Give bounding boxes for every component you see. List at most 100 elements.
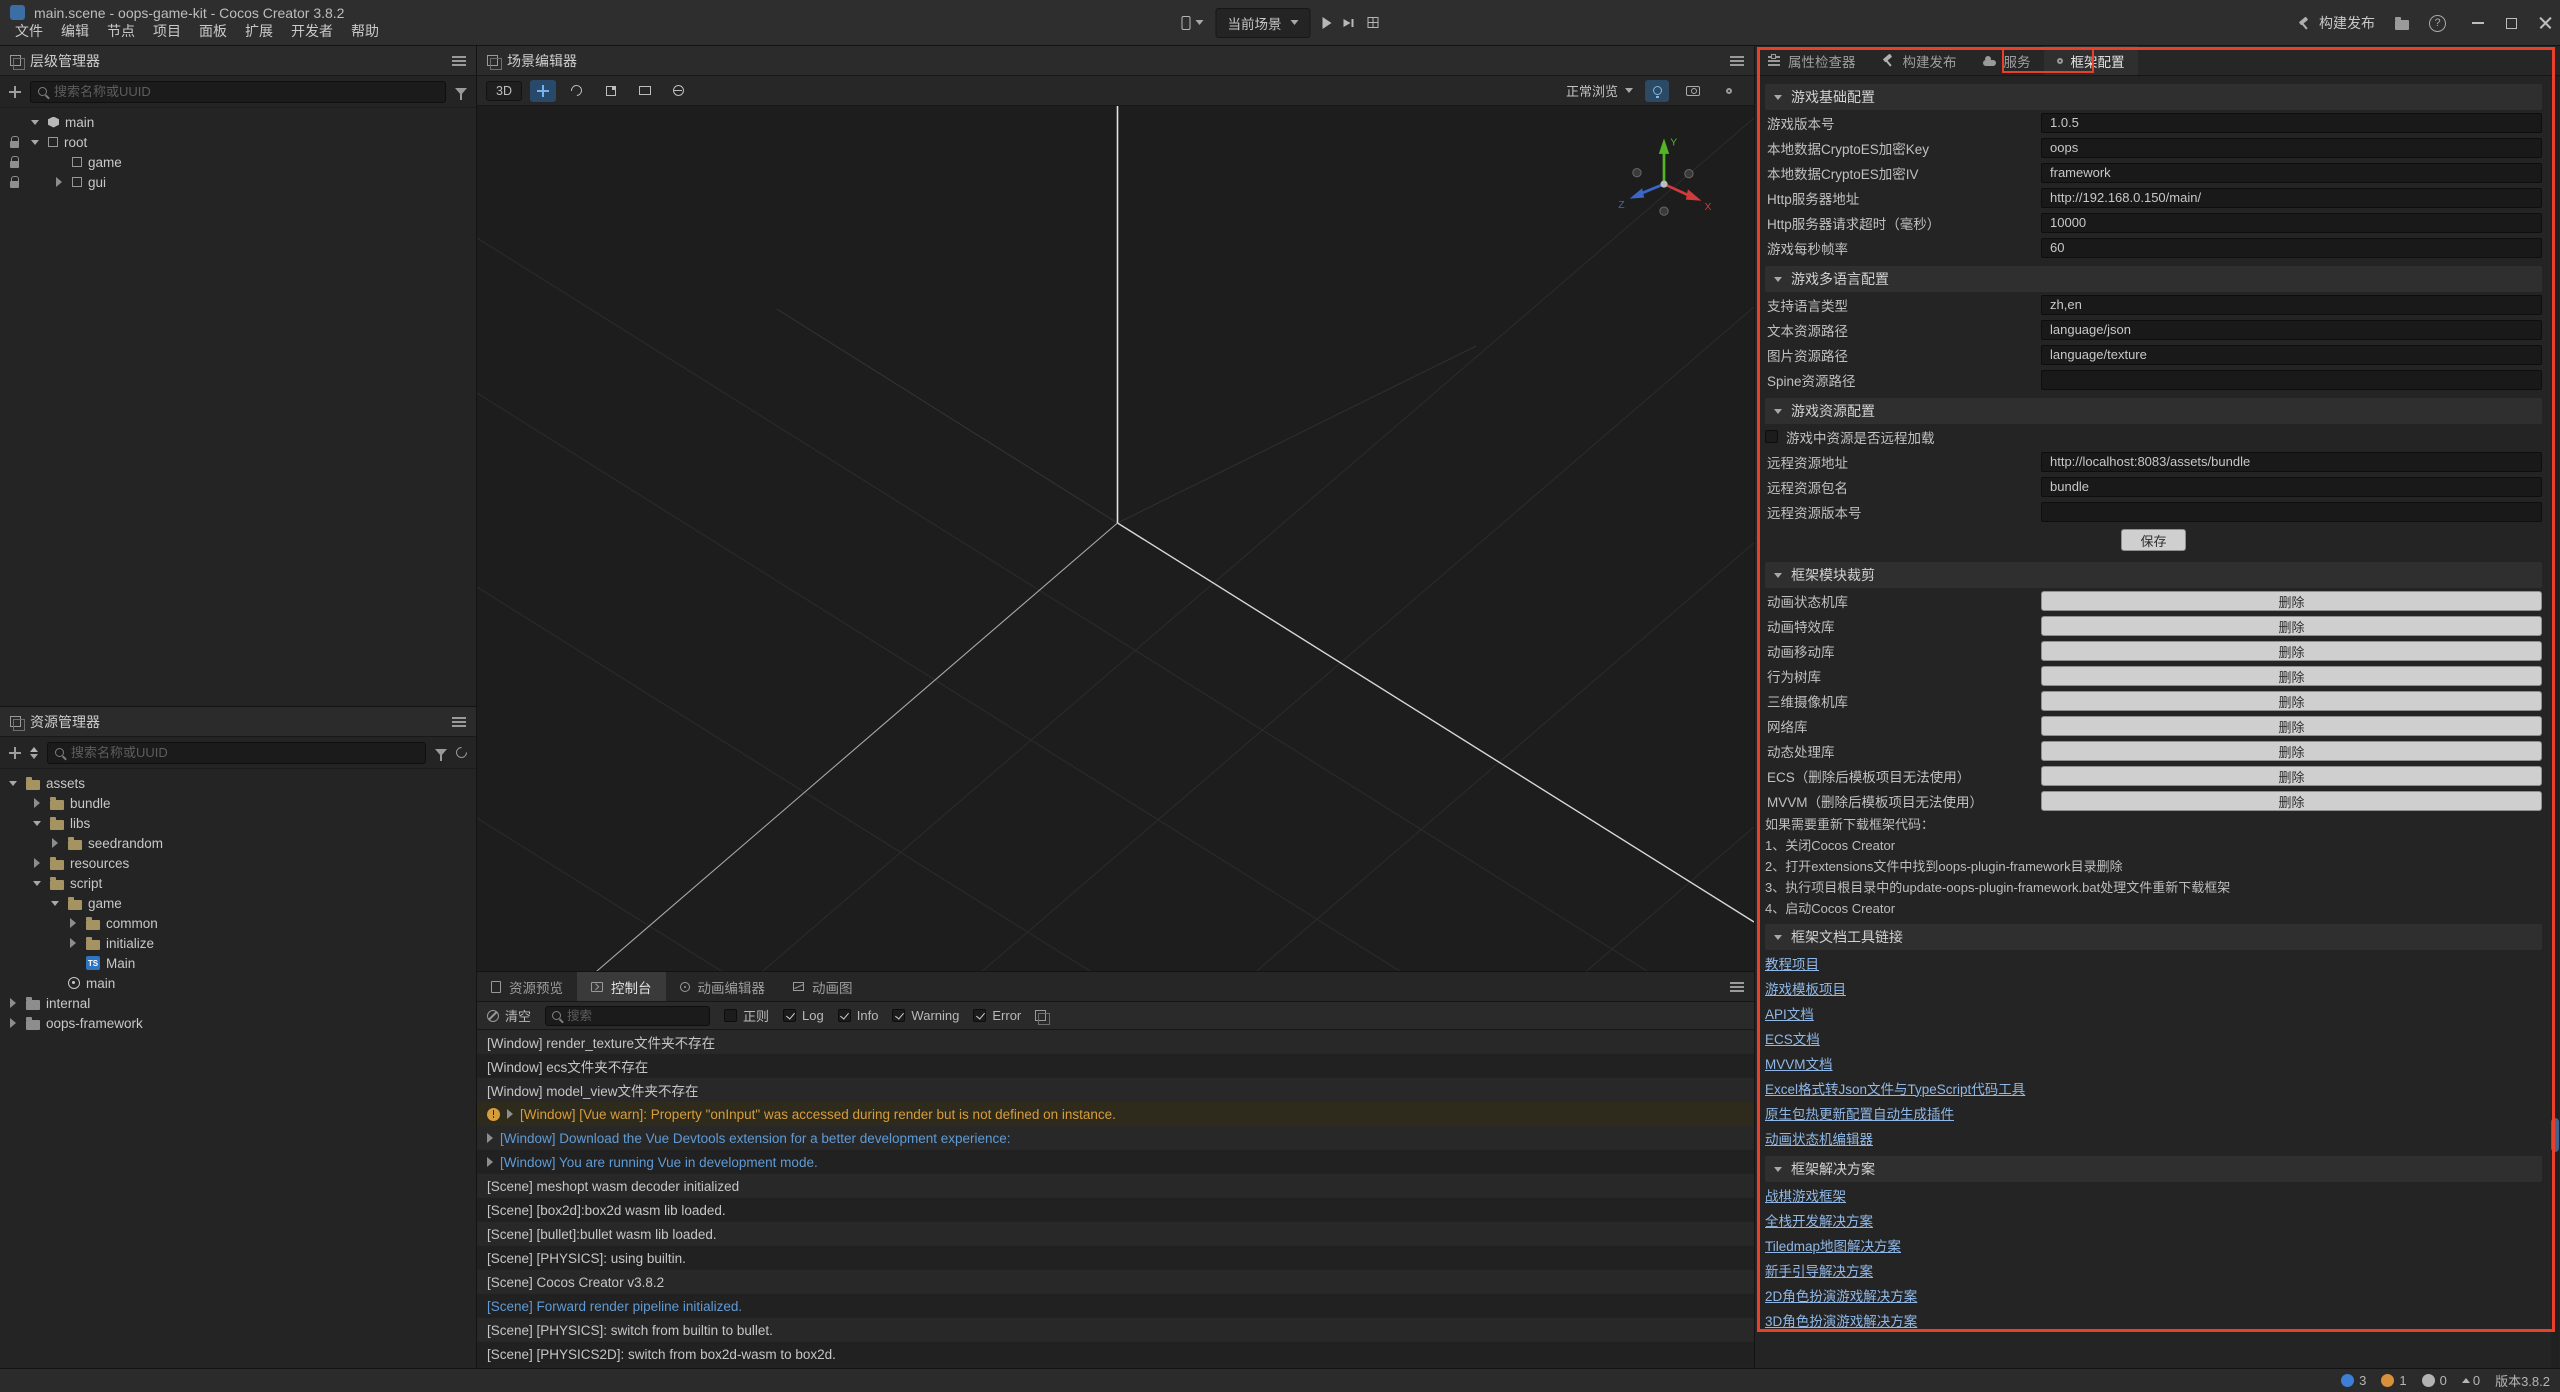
tree-row[interactable]: internal <box>0 993 476 1013</box>
expand-log-icon[interactable] <box>487 1133 493 1143</box>
add-node-button[interactable] <box>9 86 21 98</box>
hierarchy-search-input[interactable] <box>54 84 438 99</box>
tree-row[interactable]: root <box>0 132 476 152</box>
tab-build-publish[interactable]: 构建发布 <box>1869 46 1970 75</box>
tree-row[interactable]: main <box>0 112 476 132</box>
refresh-icon[interactable] <box>454 745 470 761</box>
delete-module-button[interactable]: 删除 <box>2041 591 2542 611</box>
rotate-tool-button[interactable] <box>564 80 590 102</box>
lock-icon[interactable] <box>10 141 19 148</box>
axis-gizmo[interactable]: Y X Z <box>1612 130 1716 234</box>
menu-node[interactable]: 节点 <box>98 19 144 43</box>
solution-link[interactable]: 战棋游戏框架 <box>1765 1185 1846 1205</box>
remote-address-input[interactable] <box>2041 452 2542 472</box>
solution-link[interactable]: 新手引导解决方案 <box>1765 1260 1873 1280</box>
close-button[interactable] <box>2539 17 2552 30</box>
delete-module-button[interactable]: 删除 <box>2041 691 2542 711</box>
tree-row[interactable]: libs <box>0 813 476 833</box>
solution-link[interactable]: 3D角色扮演游戏解决方案 <box>1765 1310 1917 1330</box>
chevron-right-icon[interactable] <box>70 938 76 948</box>
delete-module-button[interactable]: 删除 <box>2041 791 2542 811</box>
tab-asset-preview[interactable]: 资源预览 <box>477 972 577 1001</box>
maximize-button[interactable] <box>2506 18 2517 29</box>
help-icon[interactable]: ? <box>2429 15 2446 32</box>
add-asset-button[interactable] <box>9 747 21 759</box>
scene-menu-icon[interactable] <box>1730 60 1744 62</box>
crypto-key-input[interactable] <box>2041 138 2542 158</box>
tree-row[interactable]: gui <box>0 172 476 192</box>
delete-module-button[interactable]: 删除 <box>2041 666 2542 686</box>
assets-search-input[interactable] <box>71 745 418 760</box>
console-log-row[interactable]: [Scene] meshopt wasm decoder initialized <box>477 1174 1754 1198</box>
tab-animation-graph[interactable]: 动画图 <box>779 972 867 1001</box>
console-log-row[interactable]: [Scene] Forward render pipeline initiali… <box>477 1294 1754 1318</box>
chevron-down-icon[interactable] <box>31 120 39 125</box>
chevron-right-icon[interactable] <box>52 838 58 848</box>
scene-settings-button[interactable] <box>1717 80 1741 102</box>
section-language-config[interactable]: 游戏多语言配置 <box>1765 266 2542 292</box>
chevron-down-icon[interactable] <box>51 901 59 906</box>
game-version-input[interactable] <box>2041 113 2542 133</box>
filter-error[interactable]: Error <box>973 1008 1021 1023</box>
filter-info[interactable]: Info <box>838 1008 879 1023</box>
chevron-right-icon[interactable] <box>34 858 40 868</box>
menu-project[interactable]: 项目 <box>144 19 190 43</box>
frame-rate-input[interactable] <box>2041 238 2542 258</box>
lock-icon[interactable] <box>10 161 19 168</box>
tab-console[interactable]: 控制台 <box>577 972 666 1001</box>
tree-row[interactable]: initialize <box>0 933 476 953</box>
http-server-input[interactable] <box>2041 188 2542 208</box>
chevron-down-icon[interactable] <box>9 781 17 786</box>
assets-menu-icon[interactable] <box>452 721 466 723</box>
console-log-row[interactable]: [Window] ecs文件夹不存在 <box>477 1054 1754 1078</box>
chevron-down-icon[interactable] <box>33 881 41 886</box>
console-log-row[interactable]: [Window] Download the Vue Devtools exten… <box>477 1126 1754 1150</box>
menu-file[interactable]: 文件 <box>6 19 52 43</box>
chevron-right-icon[interactable] <box>34 798 40 808</box>
mode-3d-button[interactable]: 3D <box>486 81 522 101</box>
filter-log[interactable]: Log <box>783 1008 824 1023</box>
doc-link[interactable]: ECS文档 <box>1765 1028 1820 1048</box>
http-timeout-input[interactable] <box>2041 213 2542 233</box>
spine-path-input[interactable] <box>2041 370 2542 390</box>
tree-row[interactable]: game <box>0 893 476 913</box>
preview-device-button[interactable] <box>1182 16 1204 30</box>
remote-bundle-input[interactable] <box>2041 477 2542 497</box>
tab-framework-config[interactable]: 框架配置 <box>2044 46 2138 75</box>
section-doc-links[interactable]: 框架文档工具链接 <box>1765 924 2542 950</box>
doc-link[interactable]: 动画状态机编辑器 <box>1765 1128 1873 1148</box>
text-path-input[interactable] <box>2041 320 2542 340</box>
remote-load-checkbox[interactable] <box>1765 430 1778 443</box>
tree-row[interactable]: assets <box>0 773 476 793</box>
clear-console-button[interactable]: 清空 <box>487 1006 531 1025</box>
assets-filter-icon[interactable] <box>435 749 447 756</box>
console-log-row[interactable]: [Window] model_view文件夹不存在 <box>477 1078 1754 1102</box>
collapse-logs-icon[interactable] <box>1035 1010 1046 1021</box>
chevron-down-icon[interactable] <box>31 140 39 145</box>
save-button[interactable]: 保存 <box>2121 529 2185 551</box>
doc-link[interactable]: Excel格式转Json文件与TypeScript代码工具 <box>1765 1078 2025 1098</box>
solution-link[interactable]: 2D角色扮演游戏解决方案 <box>1765 1285 1917 1305</box>
chevron-right-icon[interactable] <box>56 177 62 187</box>
tree-row[interactable]: main <box>0 973 476 993</box>
doc-link[interactable]: API文档 <box>1765 1003 1814 1023</box>
console-menu-icon[interactable] <box>1730 986 1744 988</box>
menu-extension[interactable]: 扩展 <box>236 19 282 43</box>
delete-module-button[interactable]: 删除 <box>2041 741 2542 761</box>
doc-link[interactable]: 教程项目 <box>1765 953 1819 973</box>
camera-settings-button[interactable] <box>1681 80 1705 102</box>
minimize-button[interactable] <box>2472 22 2484 24</box>
hierarchy-filter-icon[interactable] <box>455 88 467 95</box>
section-resource-config[interactable]: 游戏资源配置 <box>1765 398 2542 424</box>
tree-row[interactable]: oops-framework <box>0 1013 476 1033</box>
menu-help[interactable]: 帮助 <box>342 19 388 43</box>
scene-viewport[interactable]: Y X Z <box>477 106 1754 971</box>
solution-link[interactable]: 全栈开发解决方案 <box>1765 1210 1873 1230</box>
filter-warning[interactable]: Warning <box>892 1008 959 1023</box>
light-toggle-button[interactable] <box>1645 80 1669 102</box>
chevron-right-icon[interactable] <box>70 918 76 928</box>
image-path-input[interactable] <box>2041 345 2542 365</box>
console-log-row[interactable]: [Window] render_texture文件夹不存在 <box>477 1030 1754 1054</box>
play-button[interactable] <box>1323 17 1332 29</box>
tree-row[interactable]: bundle <box>0 793 476 813</box>
